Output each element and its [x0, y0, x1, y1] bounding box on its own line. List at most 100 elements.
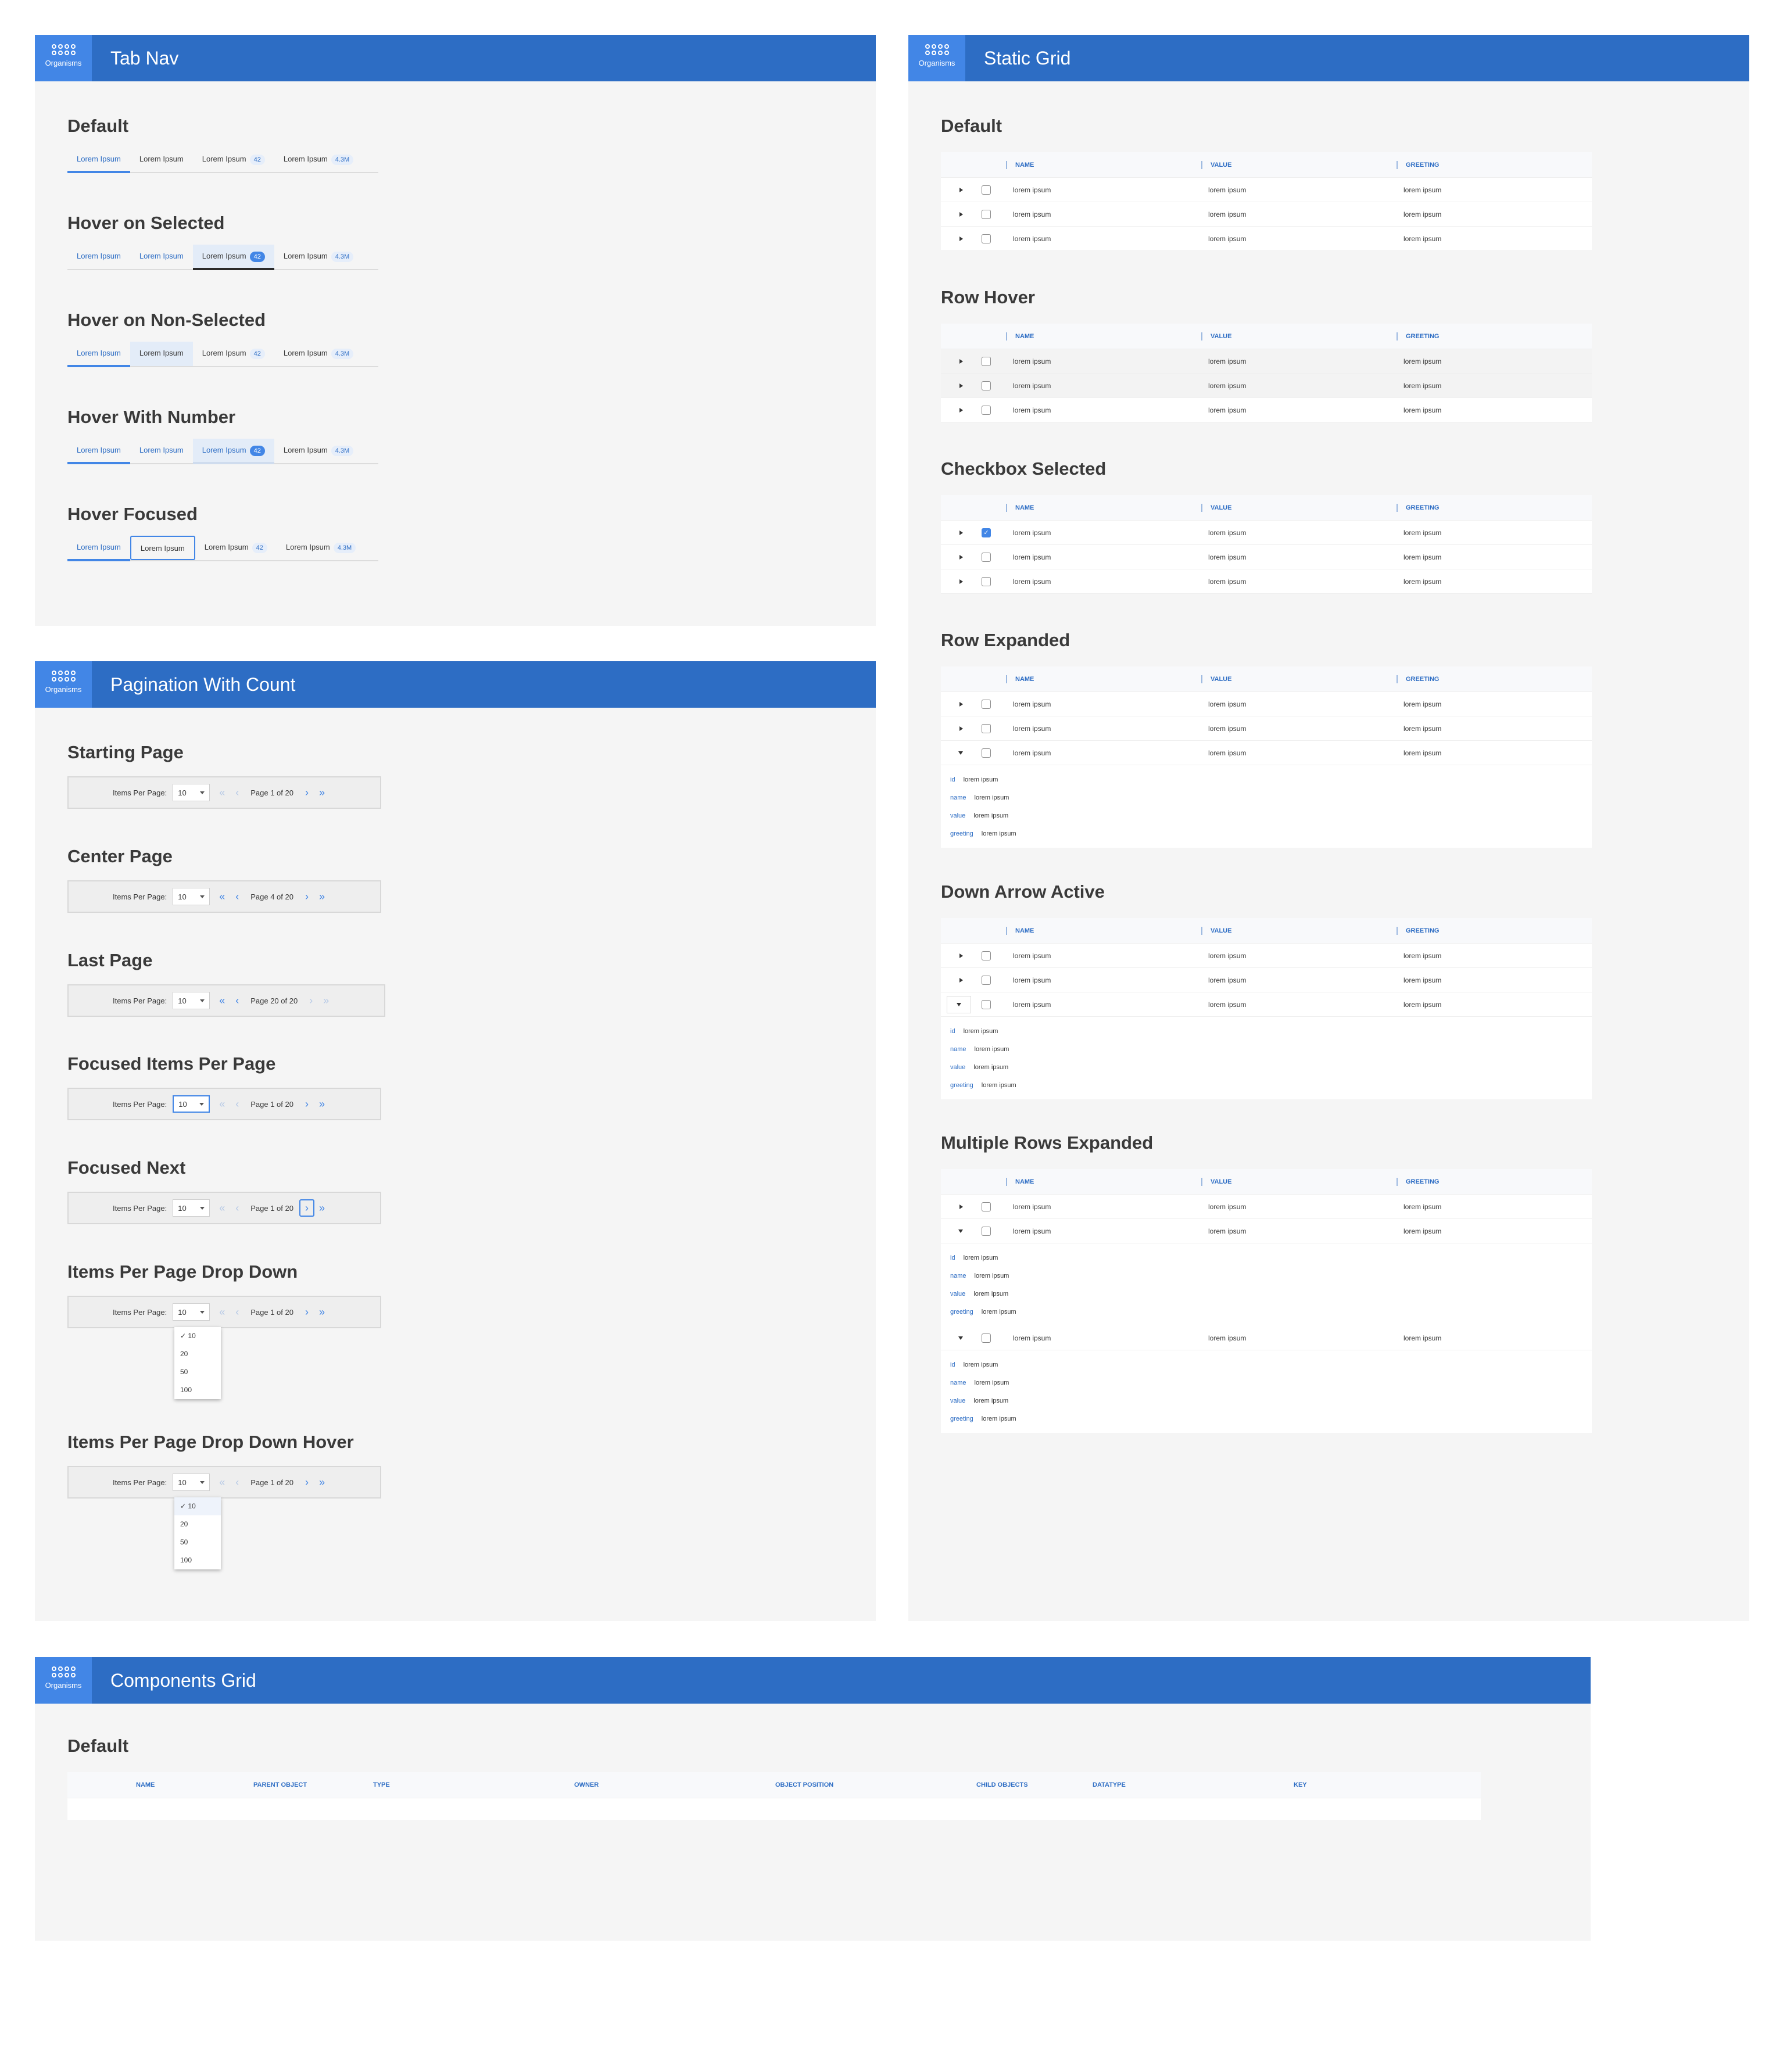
column-header[interactable]: VALUE: [1201, 332, 1397, 340]
collapse-icon[interactable]: [947, 995, 971, 1013]
column-header[interactable]: GREETING: [1397, 675, 1592, 683]
last-page-icon[interactable]: »: [314, 784, 330, 801]
items-per-page-select[interactable]: 10: [173, 1303, 210, 1321]
column-header[interactable]: GREETING: [1397, 503, 1592, 512]
table-row[interactable]: lorem ipsum lorem ipsum lorem ipsum: [941, 741, 1592, 765]
first-page-icon[interactable]: «: [214, 1199, 230, 1217]
expand-icon[interactable]: [941, 554, 965, 560]
first-page-icon[interactable]: «: [214, 992, 230, 1009]
table-row[interactable]: lorem ipsum lorem ipsum lorem ipsum: [941, 398, 1592, 422]
column-header[interactable]: OBJECT POSITION: [775, 1781, 833, 1788]
tab-item[interactable]: Lorem Ipsum: [130, 245, 193, 269]
row-checkbox[interactable]: [982, 185, 991, 195]
row-checkbox[interactable]: [982, 699, 991, 709]
collapse-icon[interactable]: [941, 1336, 965, 1340]
table-row[interactable]: ✓ lorem ipsum lorem ipsum lorem ipsum: [941, 521, 1592, 545]
row-checkbox[interactable]: [982, 356, 991, 366]
next-page-icon[interactable]: ›: [303, 992, 318, 1009]
dropdown-option[interactable]: 100: [174, 1551, 221, 1569]
expand-icon[interactable]: [941, 383, 965, 388]
table-row[interactable]: lorem ipsum lorem ipsum lorem ipsum: [941, 227, 1592, 251]
expand-icon[interactable]: [941, 236, 965, 241]
tab-item[interactable]: Lorem Ipsum 4.3M: [274, 342, 363, 366]
table-row[interactable]: lorem ipsum lorem ipsum lorem ipsum: [941, 202, 1592, 227]
prev-page-icon[interactable]: ‹: [230, 1303, 245, 1321]
table-row[interactable]: lorem ipsum lorem ipsum lorem ipsum: [941, 1326, 1592, 1350]
column-header[interactable]: KEY: [1294, 1781, 1307, 1788]
column-header[interactable]: PARENT OBJECT: [253, 1781, 307, 1788]
tab-item[interactable]: Lorem Ipsum 42: [195, 536, 277, 560]
tab-item[interactable]: Lorem Ipsum: [67, 439, 130, 464]
column-header[interactable]: GREETING: [1397, 926, 1592, 935]
row-checkbox[interactable]: [982, 209, 991, 219]
dropdown-option[interactable]: 20: [174, 1515, 221, 1533]
column-header[interactable]: NAME: [1006, 332, 1201, 340]
tab-item[interactable]: Lorem Ipsum: [67, 148, 130, 173]
column-header[interactable]: CHILD OBJECTS: [976, 1781, 1028, 1788]
tab-item[interactable]: Lorem Ipsum: [130, 439, 193, 463]
column-header[interactable]: NAME: [136, 1781, 155, 1788]
table-row[interactable]: lorem ipsum lorem ipsum lorem ipsum: [941, 569, 1592, 594]
dropdown-option[interactable]: 50: [174, 1533, 221, 1551]
table-row[interactable]: lorem ipsum lorem ipsum lorem ipsum: [941, 944, 1592, 968]
column-header[interactable]: NAME: [1006, 1177, 1201, 1186]
row-checkbox[interactable]: [982, 975, 991, 985]
expand-icon[interactable]: [941, 359, 965, 364]
column-header[interactable]: NAME: [1006, 160, 1201, 169]
table-row[interactable]: lorem ipsum lorem ipsum lorem ipsum: [941, 716, 1592, 741]
tab-item[interactable]: Lorem Ipsum 42: [193, 342, 274, 366]
items-per-page-select[interactable]: 10: [173, 1474, 210, 1491]
dropdown-option[interactable]: 100: [174, 1381, 221, 1399]
last-page-icon[interactable]: »: [314, 1095, 330, 1113]
items-per-page-select[interactable]: 10: [173, 992, 210, 1009]
dropdown-option[interactable]: 50: [174, 1363, 221, 1381]
row-checkbox[interactable]: [982, 381, 991, 390]
row-checkbox[interactable]: [982, 999, 991, 1009]
column-header[interactable]: VALUE: [1201, 160, 1397, 169]
table-row[interactable]: lorem ipsum lorem ipsum lorem ipsum: [941, 178, 1592, 202]
tab-item[interactable]: Lorem Ipsum 4.3M: [274, 148, 363, 172]
next-page-icon[interactable]: ›: [299, 1095, 314, 1113]
row-checkbox[interactable]: [982, 576, 991, 586]
column-header[interactable]: VALUE: [1201, 1177, 1397, 1186]
tab-item[interactable]: Lorem Ipsum: [67, 245, 130, 269]
tab-item[interactable]: Lorem Ipsum 42: [192, 439, 275, 464]
column-header[interactable]: OWNER: [574, 1781, 599, 1788]
prev-page-icon[interactable]: ‹: [230, 888, 245, 905]
items-per-page-select[interactable]: 10: [173, 888, 210, 905]
first-page-icon[interactable]: «: [214, 784, 230, 801]
first-page-icon[interactable]: «: [214, 1474, 230, 1491]
dropdown-option[interactable]: ✓ 10: [174, 1497, 221, 1515]
tab-item[interactable]: Lorem Ipsum: [130, 148, 193, 172]
table-row[interactable]: lorem ipsum lorem ipsum lorem ipsum: [941, 1195, 1592, 1219]
prev-page-icon[interactable]: ‹: [230, 1474, 245, 1491]
last-page-icon[interactable]: »: [314, 1474, 330, 1491]
next-page-icon[interactable]: ›: [299, 1474, 314, 1491]
expand-icon[interactable]: [941, 579, 965, 584]
row-checkbox[interactable]: [982, 951, 991, 960]
prev-page-icon[interactable]: ‹: [230, 1095, 245, 1113]
next-page-icon[interactable]: ›: [299, 1303, 314, 1321]
first-page-icon[interactable]: «: [214, 888, 230, 905]
column-header[interactable]: VALUE: [1201, 926, 1397, 935]
table-row[interactable]: lorem ipsum lorem ipsum lorem ipsum: [941, 1219, 1592, 1243]
column-header[interactable]: TYPE: [373, 1781, 390, 1788]
prev-page-icon[interactable]: ‹: [230, 992, 245, 1009]
expand-icon[interactable]: [941, 726, 965, 731]
last-page-icon[interactable]: »: [314, 1303, 330, 1321]
row-checkbox[interactable]: [982, 748, 991, 758]
items-per-page-select[interactable]: 10: [173, 1199, 210, 1217]
column-header[interactable]: NAME: [1006, 675, 1201, 683]
expand-icon[interactable]: [941, 407, 965, 413]
table-row[interactable]: lorem ipsum lorem ipsum lorem ipsum: [941, 968, 1592, 992]
column-header[interactable]: VALUE: [1201, 503, 1397, 512]
next-page-icon[interactable]: ›: [299, 888, 314, 905]
first-page-icon[interactable]: «: [214, 1095, 230, 1113]
column-header[interactable]: GREETING: [1397, 160, 1592, 169]
expand-icon[interactable]: [941, 530, 965, 535]
column-header[interactable]: VALUE: [1201, 675, 1397, 683]
last-page-icon[interactable]: »: [314, 888, 330, 905]
last-page-icon[interactable]: »: [318, 992, 334, 1009]
expand-icon[interactable]: [941, 211, 965, 217]
row-checkbox[interactable]: [982, 723, 991, 733]
